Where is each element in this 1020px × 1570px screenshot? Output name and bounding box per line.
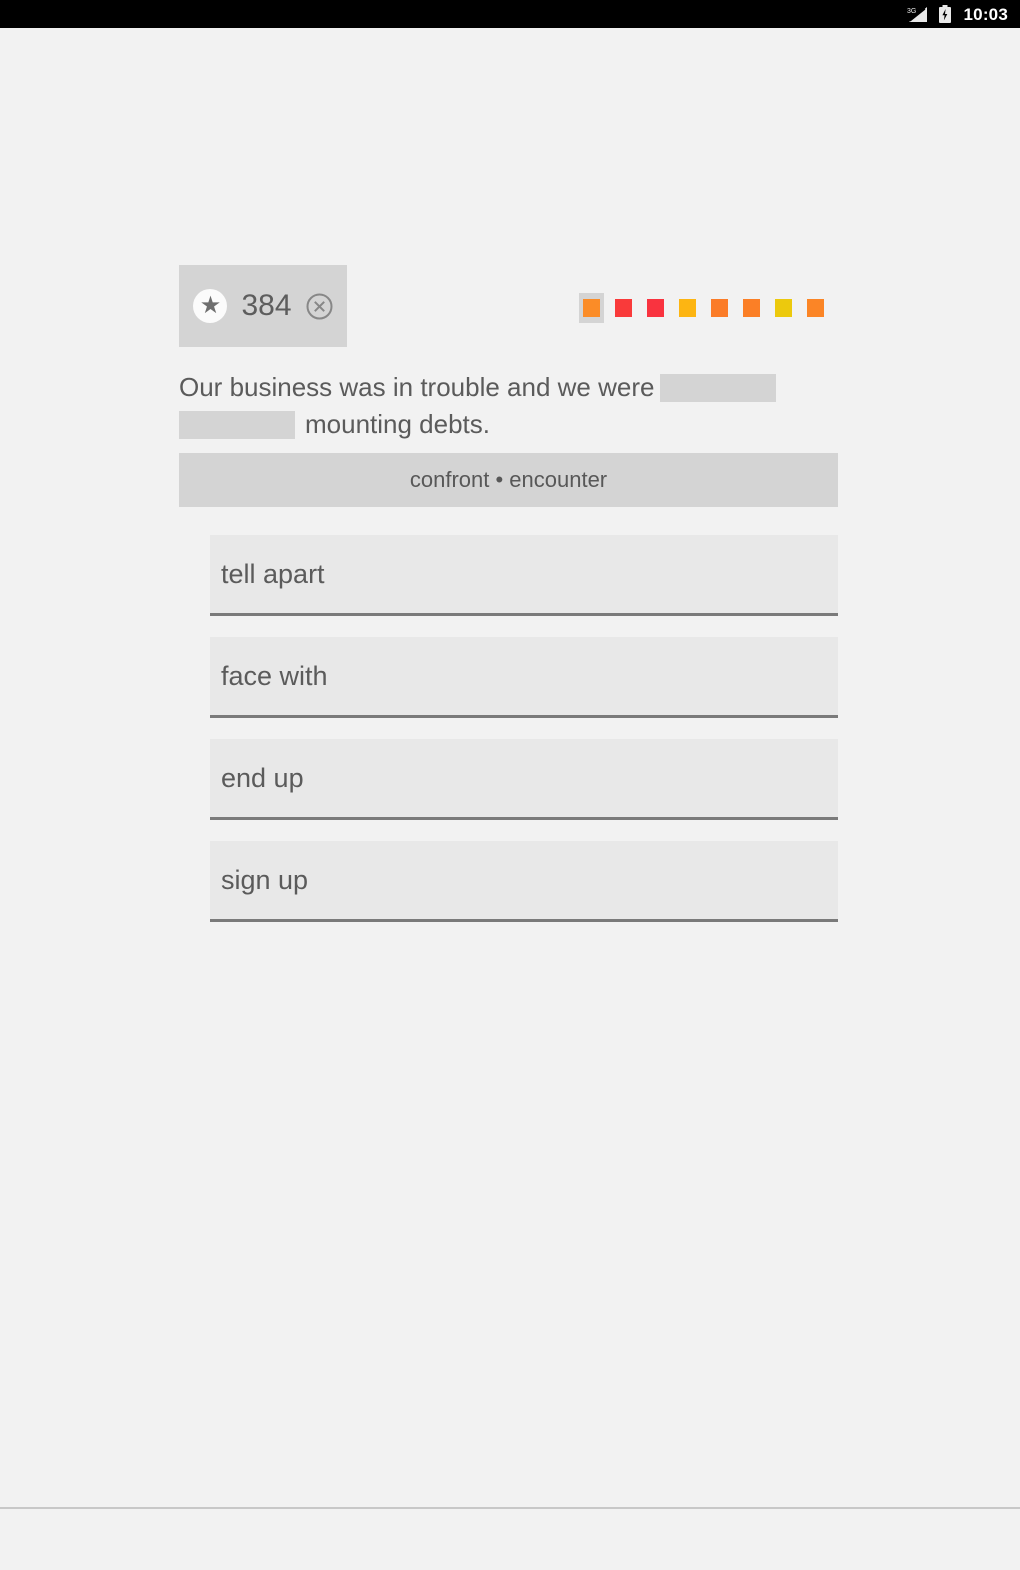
- header-row: ★ 384: [179, 265, 838, 347]
- progress-cell: [611, 293, 636, 323]
- star-icon: ★: [193, 289, 228, 323]
- answer-option-label: face with: [221, 660, 328, 691]
- status-bar-icons: 3G 10:03: [907, 4, 1008, 24]
- status-bar: 3G 10:03: [0, 0, 1020, 28]
- progress-square: [615, 299, 632, 317]
- progress-square: [711, 299, 728, 317]
- question-text-after: mounting debts.: [305, 409, 491, 439]
- navigation-bar: [0, 1509, 1020, 1538]
- answer-option-1[interactable]: tell apart: [210, 535, 838, 616]
- progress-cell: [803, 293, 828, 323]
- progress-cell: [835, 293, 838, 323]
- answer-option-4[interactable]: sign up: [210, 841, 838, 922]
- score-value: 384: [241, 289, 292, 322]
- answer-blank-one[interactable]: [660, 374, 777, 402]
- battery-charging-icon: [938, 4, 952, 24]
- progress-square: [807, 299, 824, 317]
- answer-option-label: sign up: [221, 864, 309, 895]
- progress-cell: [579, 293, 604, 323]
- progress-square: [743, 299, 760, 317]
- answer-blank-two[interactable]: [179, 411, 295, 439]
- svg-text:3G: 3G: [907, 8, 916, 15]
- progress-indicator: [579, 291, 838, 325]
- answer-options-list: tell apart face with end up sign up: [210, 535, 838, 943]
- answer-option-label: tell apart: [221, 558, 325, 589]
- answer-option-2[interactable]: face with: [210, 637, 838, 718]
- quiz-screen: ★ 384 Our business was in trouble and we…: [0, 28, 1020, 1538]
- progress-square: [647, 299, 664, 317]
- answer-option-label: end up: [221, 762, 304, 793]
- status-bar-clock: 10:03: [963, 4, 1008, 24]
- hint-bar[interactable]: confront • encounter: [179, 453, 838, 507]
- hint-text: confront • encounter: [409, 467, 608, 492]
- progress-square: [583, 299, 600, 317]
- progress-square: [775, 299, 792, 317]
- close-circle-icon[interactable]: [306, 293, 333, 320]
- question-sentence: Our business was in trouble and we were m…: [179, 369, 838, 443]
- progress-cell: [643, 293, 668, 323]
- progress-cell: [739, 293, 764, 323]
- progress-cell: [675, 293, 700, 323]
- signal-cellular-icon: 3G: [907, 6, 929, 23]
- progress-cell: [707, 293, 732, 323]
- score-badge[interactable]: ★ 384: [179, 265, 347, 347]
- answer-option-3[interactable]: end up: [210, 739, 838, 820]
- progress-cell: [771, 293, 796, 323]
- progress-square: [679, 299, 696, 317]
- star-glyph: ★: [199, 291, 222, 319]
- question-text-before: Our business was in trouble and we were: [179, 372, 655, 402]
